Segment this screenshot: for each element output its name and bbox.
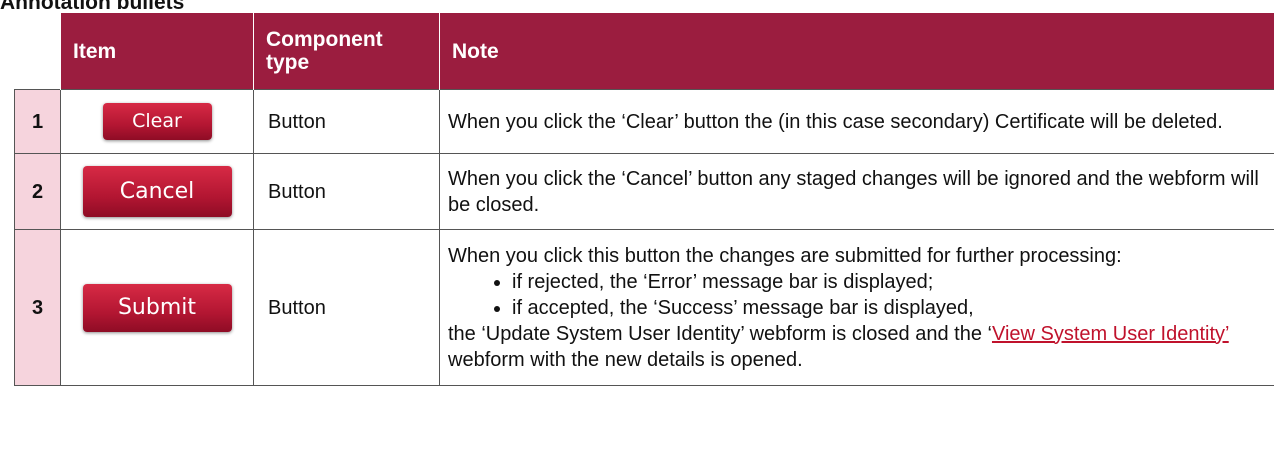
table-row: 3 Submit Button When you click this butt…: [14, 229, 1274, 386]
row-number: 3: [14, 229, 61, 386]
header-blank-cell: [14, 13, 61, 90]
component-type: Button: [253, 89, 440, 154]
header-note: Note: [439, 13, 1274, 90]
note-tail-before: the ‘Update System User Identity’ webfor…: [448, 322, 992, 345]
submit-button[interactable]: Submit: [82, 283, 232, 332]
clear-button[interactable]: Clear: [102, 103, 212, 140]
note-bullet-accepted: if accepted, the ‘Success’ message bar i…: [512, 295, 1268, 321]
button-image-cell: Submit: [60, 229, 254, 386]
component-type: Button: [253, 229, 440, 386]
header-component-type: Component type: [253, 13, 440, 90]
table-header-row: Item Component type Note: [14, 13, 1274, 90]
table-row: 2 Cancel Button When you click the ‘Canc…: [14, 153, 1274, 230]
note-tail: the ‘Update System User Identity’ webfor…: [448, 321, 1268, 373]
row-number: 2: [14, 153, 61, 230]
component-type: Button: [253, 153, 440, 230]
header-item: Item: [60, 13, 254, 90]
note-bullet-rejected: if rejected, the ‘Error’ message bar is …: [512, 269, 1268, 295]
note-bullet-list: if rejected, the ‘Error’ message bar is …: [448, 269, 1268, 321]
note-intro: When you click this button the changes a…: [448, 244, 1122, 267]
note-text: When you click the ‘Cancel’ button any s…: [439, 153, 1274, 230]
view-system-user-identity-link[interactable]: View System User Identity’: [992, 323, 1229, 345]
note-text: When you click the ‘Clear’ button the (i…: [439, 89, 1274, 154]
button-image-cell: Cancel: [60, 153, 254, 230]
table-row: 1 Clear Button When you click the ‘Clear…: [14, 89, 1274, 154]
button-image-cell: Clear: [60, 89, 254, 154]
note-tail-after: webform with the new details is opened.: [448, 348, 803, 371]
cancel-button[interactable]: Cancel: [82, 166, 232, 217]
row-number: 1: [14, 89, 61, 154]
annotation-table: Item Component type Note 1 Clear Button …: [14, 13, 1274, 386]
note-cell: When you click this button the changes a…: [439, 229, 1274, 386]
